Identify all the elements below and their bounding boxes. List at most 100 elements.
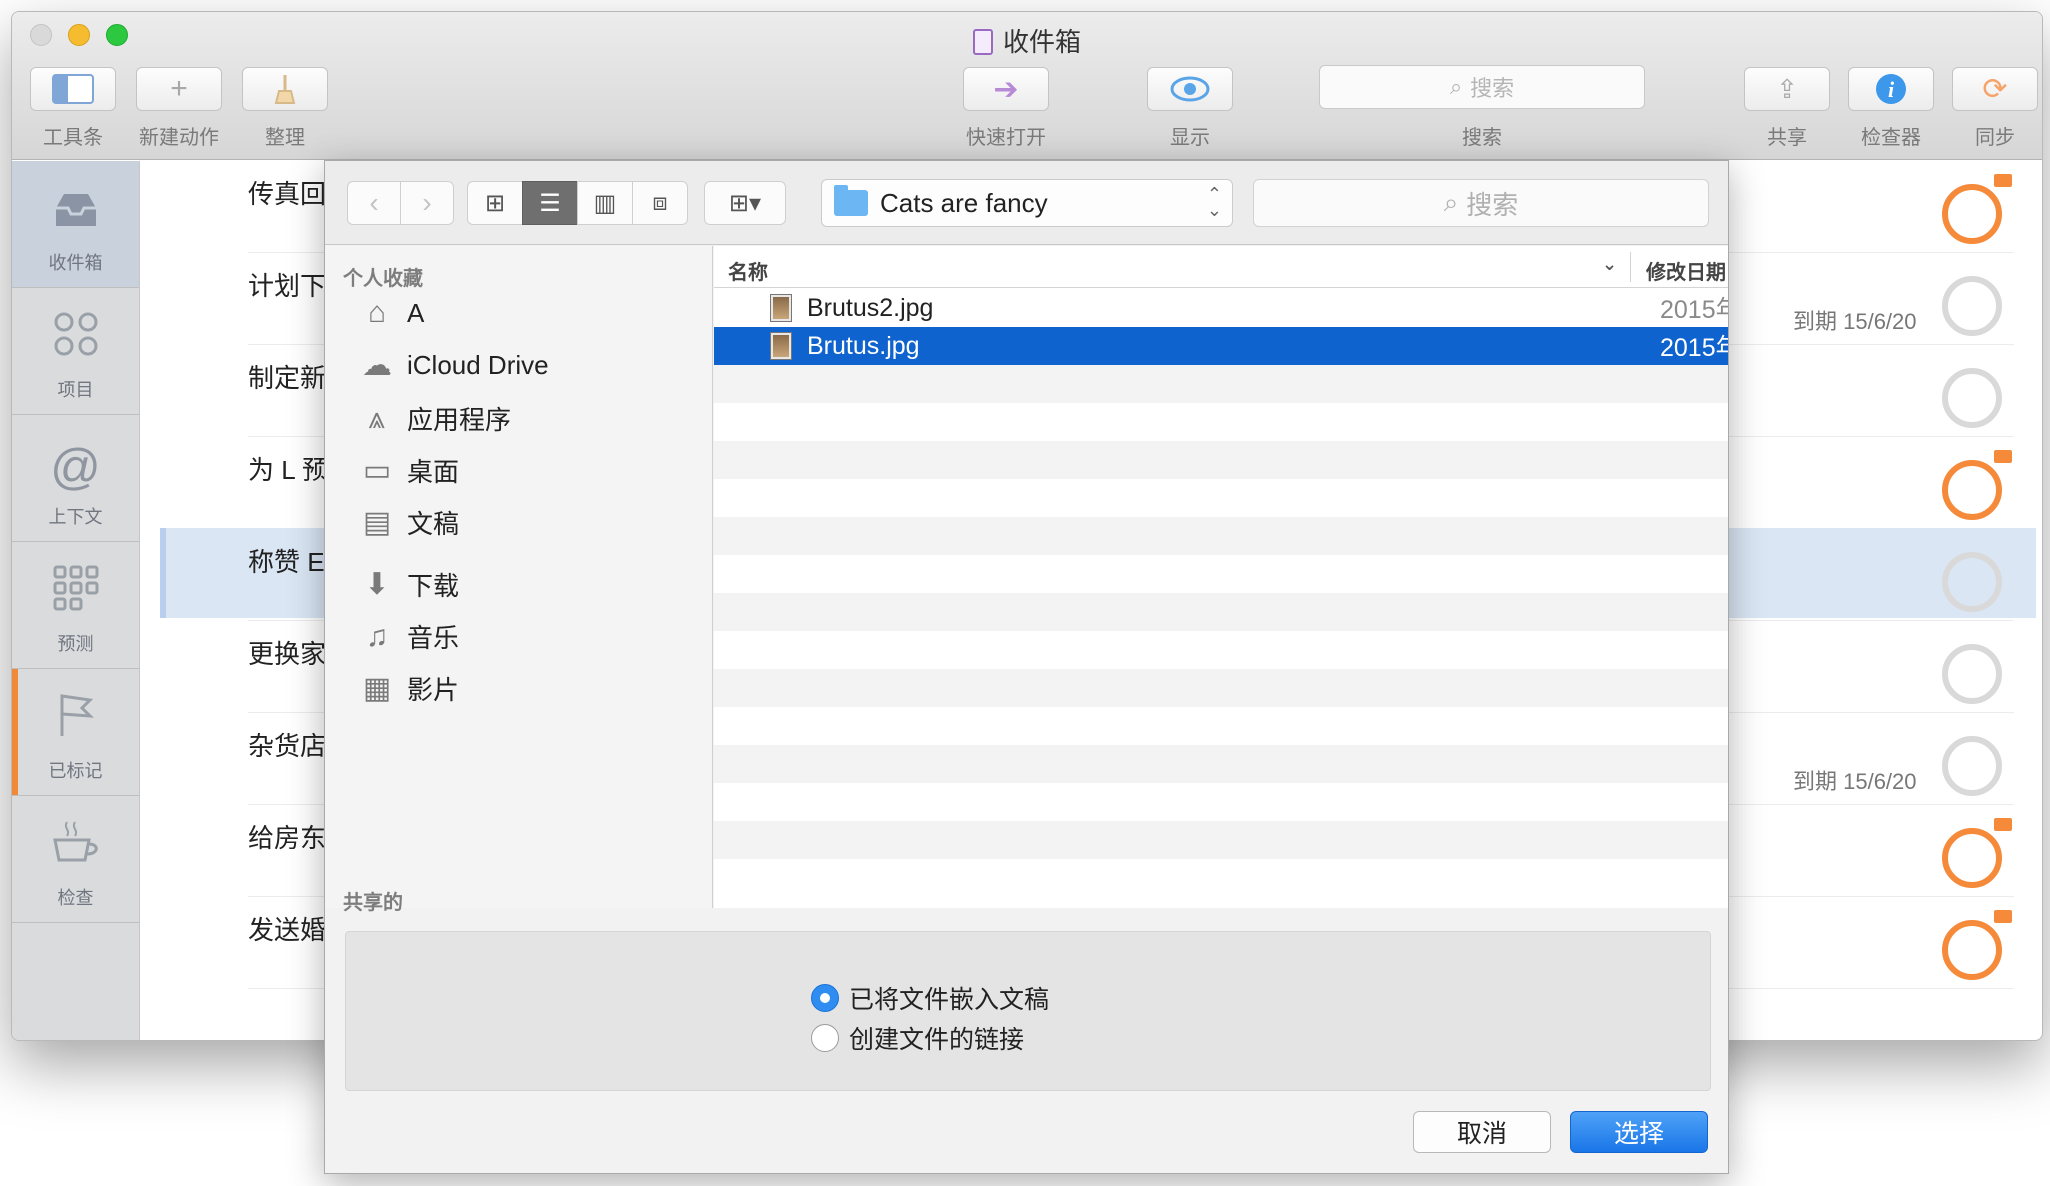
task-title[interactable]: 杂货店 xyxy=(248,726,328,763)
image-file-icon xyxy=(770,332,792,360)
task-title[interactable]: 制定新 xyxy=(248,358,328,395)
sidebar-item-applications[interactable]: ⩓ 应用程序 xyxy=(357,400,511,437)
file-name: Brutus2.jpg xyxy=(807,293,934,322)
sidebar-item-desktop[interactable]: ▭ 桌面 xyxy=(357,452,459,489)
sidebar-item-label: 文稿 xyxy=(407,509,460,539)
toolbar-share-button[interactable]: ⇪ 共享 xyxy=(1742,67,1832,150)
applications-icon: ⩓ xyxy=(368,401,386,435)
sidebar-item-label: 桌面 xyxy=(407,457,460,487)
music-icon: ♫ xyxy=(365,619,389,653)
sidebar-item-music[interactable]: ♫ 音乐 xyxy=(357,618,459,655)
coverflow-view-button[interactable]: ⧈ xyxy=(632,181,688,225)
toolbar-label: 同步 xyxy=(1975,127,2015,149)
path-popup[interactable]: Cats are fancy ⌃ ⌄ xyxy=(821,179,1233,227)
toolbar-show-button[interactable]: 显示 xyxy=(1145,67,1235,150)
choose-button[interactable]: 选择 xyxy=(1570,1111,1708,1153)
task-due-date: 到期 15/6/20 xyxy=(1793,769,1917,794)
chevron-down-icon[interactable]: ⌄ xyxy=(1602,254,1617,275)
inbox-icon xyxy=(12,161,139,249)
radio-selected[interactable] xyxy=(811,984,839,1012)
rail-item-review[interactable]: 检查 xyxy=(12,796,139,923)
task-title[interactable]: 更换家 xyxy=(248,634,328,671)
column-view-button[interactable]: ▥ xyxy=(577,181,633,225)
toolbar-label: 新建动作 xyxy=(139,127,219,149)
toolbar-cleanup-button[interactable]: 整理 xyxy=(240,67,330,150)
icon-grid-icon: ⊞ xyxy=(484,189,506,217)
window-title: 收件箱 xyxy=(12,22,2042,59)
column-separator xyxy=(1630,252,1631,282)
sidebar-item-label: A xyxy=(407,297,425,328)
sidebar-item-icloud[interactable]: ☁ iCloud Drive xyxy=(357,348,549,383)
sidebar-item-label: 影片 xyxy=(407,675,460,705)
cloud-icon: ☁ xyxy=(362,349,392,382)
back-button[interactable]: ‹ xyxy=(347,181,401,225)
sidebar-item-home[interactable]: ⌂ A xyxy=(357,296,424,330)
home-icon: ⌂ xyxy=(367,296,387,329)
rail-label: 检查 xyxy=(57,888,94,908)
forward-button[interactable]: › xyxy=(400,181,454,225)
rail-item-inbox[interactable]: 收件箱 xyxy=(12,161,139,288)
rail-item-flagged[interactable]: 已标记 xyxy=(12,669,139,796)
attachment-options: 已将文件嵌入文稿 创建文件的链接 xyxy=(345,931,1711,1091)
row-stripe xyxy=(714,441,1728,479)
row-stripe xyxy=(714,745,1728,783)
row-stripe xyxy=(714,365,1728,403)
search-icon: ⌕ xyxy=(1443,187,1459,217)
download-icon: ⬇ xyxy=(364,568,390,601)
list-view-button[interactable]: ☰ xyxy=(522,181,578,225)
task-title[interactable]: 称赞 E xyxy=(248,542,328,579)
row-stripe xyxy=(714,859,1728,897)
task-status-circle-flagged[interactable] xyxy=(1942,910,2012,980)
sidebar-item-downloads[interactable]: ⬇ 下载 xyxy=(357,566,459,603)
share-icon: ⇪ xyxy=(1744,67,1830,111)
column-header-name[interactable]: 名称 xyxy=(728,256,768,285)
file-row[interactable]: Brutus2.jpg 2015年 xyxy=(714,289,1728,327)
sheet-search-input[interactable]: ⌕ 搜索 xyxy=(1253,179,1709,227)
task-status-circle-flagged[interactable] xyxy=(1942,818,2012,888)
svg-text:i: i xyxy=(1888,77,1895,102)
favorites-heading: 个人收藏 xyxy=(343,268,423,290)
arrange-icon: ⊞▾ xyxy=(728,189,762,217)
rail-item-projects[interactable]: 项目 xyxy=(12,288,139,415)
file-row-selected[interactable]: Brutus.jpg 2015年 xyxy=(714,327,1728,365)
arrange-menu-button[interactable]: ⊞▾ xyxy=(704,181,786,225)
toolbar-label: 整理 xyxy=(265,127,305,149)
task-status-circle[interactable] xyxy=(1942,644,2002,704)
toolbar-new-action-button[interactable]: + 新建动作 xyxy=(134,67,224,150)
task-status-circle[interactable] xyxy=(1942,368,2002,428)
task-title[interactable]: 为 L 预 xyxy=(248,450,328,487)
toolbar-sidebar-button[interactable]: 工具条 xyxy=(28,67,118,150)
rail-item-forecast[interactable]: 预测 xyxy=(12,542,139,669)
forecast-icon xyxy=(12,542,139,630)
task-status-circle[interactable] xyxy=(1942,552,2002,612)
task-status-circle[interactable] xyxy=(1942,736,2002,796)
rail-item-contexts[interactable]: @ 上下文 xyxy=(12,415,139,542)
toolbar-search-input[interactable]: ⌕ 搜索 xyxy=(1319,65,1645,109)
rail-label: 上下文 xyxy=(48,507,103,527)
task-status-circle-flagged[interactable] xyxy=(1942,174,2012,244)
embed-file-option[interactable]: 已将文件嵌入文稿 xyxy=(811,980,1049,1016)
link-file-option[interactable]: 创建文件的链接 xyxy=(811,1020,1024,1056)
toolbar-inspector-button[interactable]: i 检查器 xyxy=(1846,67,1936,150)
task-title[interactable]: 给房东 xyxy=(248,818,328,855)
info-icon: i xyxy=(1848,67,1934,111)
toolbar-search[interactable]: ⌕ 搜索 搜索 xyxy=(1319,65,1645,150)
task-title[interactable]: 计划下 xyxy=(248,266,328,303)
shared-heading: 共享的 xyxy=(343,892,403,914)
task-status-circle-flagged[interactable] xyxy=(1942,450,2012,520)
image-file-icon xyxy=(770,294,792,322)
search-placeholder: 搜索 xyxy=(1470,76,1515,101)
task-status-circle[interactable] xyxy=(1942,276,2002,336)
icon-view-button[interactable]: ⊞ xyxy=(467,181,523,225)
sidebar-item-movies[interactable]: ▦ 影片 xyxy=(357,670,459,707)
task-title[interactable]: 发送婚 xyxy=(248,910,328,947)
cancel-button[interactable]: 取消 xyxy=(1413,1111,1551,1153)
task-title[interactable]: 传真回 xyxy=(248,174,328,211)
sidebar-item-documents[interactable]: ▤ 文稿 xyxy=(357,504,459,541)
toolbar-sync-button[interactable]: ⟳ 同步 xyxy=(1950,67,2040,150)
toolbar-quick-open-button[interactable]: ➔ 快速打开 xyxy=(961,67,1051,150)
radio-unselected[interactable] xyxy=(811,1024,839,1052)
document-icon xyxy=(972,29,993,55)
finder-sidebar: 个人收藏 ⌂ A ☁ iCloud Drive ⩓ 应用程序 ▭ 桌面 ▤ 文稿 ⬇ 下载 … xyxy=(325,246,713,914)
column-header-date[interactable]: 修改日期 xyxy=(1646,256,1726,285)
